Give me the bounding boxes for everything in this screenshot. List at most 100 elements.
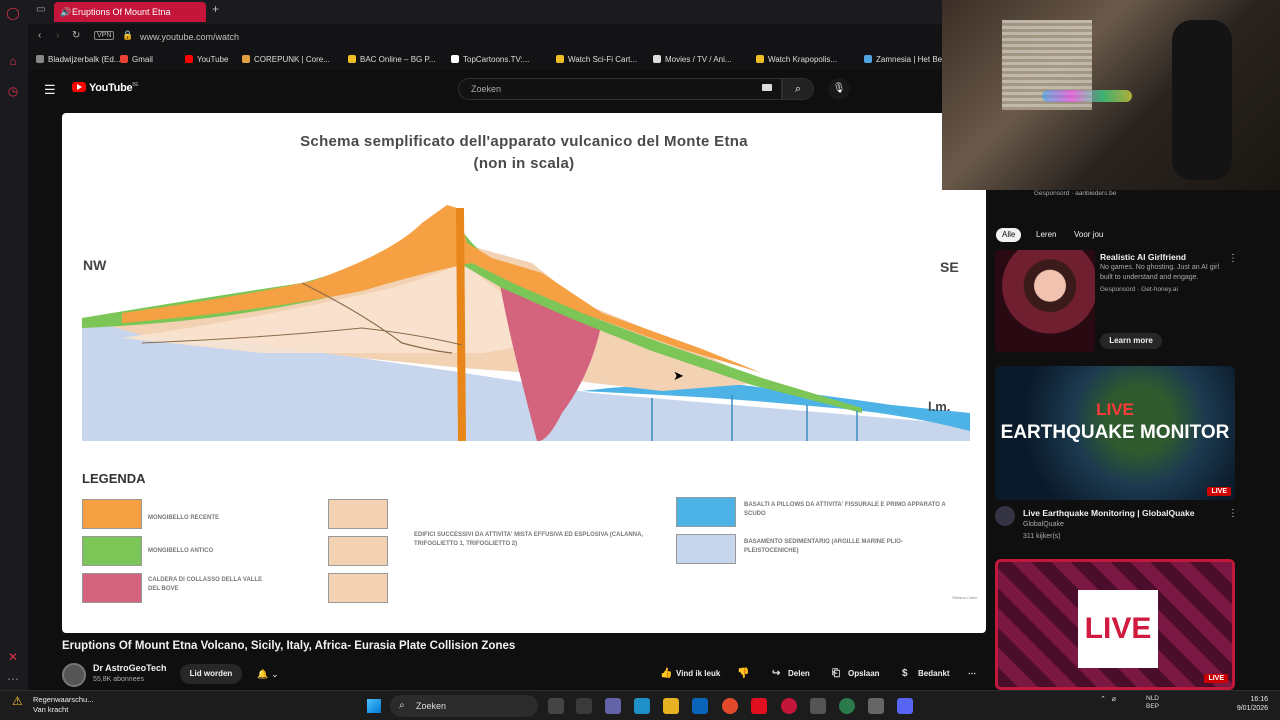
share-button[interactable]: ↪ Delen [768,664,818,684]
chrome-icon[interactable] [722,698,738,714]
youtube-app-icon[interactable] [751,698,767,714]
chip-all[interactable]: Alle [996,228,1022,242]
ad-thumbnail[interactable] [995,250,1095,352]
warning-icon: ⚠ [12,694,23,708]
bookmark-favicon-icon [36,55,44,63]
channel-watermark[interactable]: Stefano Carta [952,595,982,600]
legend-label-antico: MONGIBELLO ANTICO [148,548,214,554]
bookmark-item[interactable]: YouTube [185,55,228,64]
opera-logo-icon[interactable]: ◯ [6,6,20,20]
legend-swatch-basamento [676,534,736,564]
learn-more-button[interactable]: Learn more [1100,333,1162,349]
calculator-icon[interactable] [810,698,826,714]
bookmark-item[interactable]: Movies / TV / Ani... [653,55,732,64]
legend-label-basalti: BASALTI A PILLOWS DA ATTIVITA' FISSURALE… [744,502,946,517]
youtube-logo[interactable]: YouTubeBE [72,82,139,94]
widgets-icon[interactable] [576,698,592,714]
clock-time: 16:16 [1250,696,1268,703]
recommendation-menu-icon[interactable]: ⋮ [1228,508,1238,519]
more-actions-button[interactable]: ⋯ [964,664,984,684]
tab-title: Eruptions Of Mount Etna [72,7,171,17]
globalquake-avatar[interactable] [995,506,1015,526]
diagram-title: Schema semplificato dell'apparato vulcan… [300,133,748,150]
lang-line1: NLD [1146,695,1160,702]
recommendation-title[interactable]: Live Earthquake Monitoring | GlobalQuake [1023,508,1194,518]
teams-icon[interactable] [605,698,621,714]
share-icon: ↪ [772,668,781,679]
video-player[interactable]: Schema semplificato dell'apparato vulcan… [62,113,986,633]
bookmark-label: Watch Sci-Fi Cart... [568,55,638,64]
task-view-icon[interactable] [548,698,564,714]
ad-sponsored-label: Gesponsord · Get-honey.ai [1100,286,1178,293]
vpn-badge[interactable]: VPN [94,31,115,40]
weather-line2: Van kracht [33,705,69,714]
forward-icon[interactable]: › [56,30,59,41]
outlook-icon[interactable] [692,698,708,714]
keyboard-icon[interactable] [762,84,772,91]
bookmark-item[interactable]: Watch Krapopolis... [756,55,837,64]
ad-menu-icon[interactable]: ⋮ [1228,253,1238,264]
thanks-button[interactable]: $ Bedankt [898,664,958,684]
search-input[interactable]: Zoeken [458,78,782,100]
new-tab-icon[interactable]: + [212,2,219,16]
bookmark-item[interactable]: Watch Sci-Fi Cart... [556,55,637,64]
language-indicator[interactable]: NLD BEP [1146,695,1159,711]
bookmark-item[interactable]: Bladwijzerbalk (Ed... [36,55,120,64]
clock[interactable]: 16:16 9/01/2026 [1228,695,1268,713]
lock-icon[interactable]: 🔒 [122,30,133,41]
chip-for-you[interactable]: Voor jou [1068,228,1109,242]
history-icon[interactable]: ◷ [6,84,20,98]
extensions-icon[interactable]: ✕ [6,650,20,664]
speaker-icon: 🔊 [60,7,72,17]
subscriber-count: 55,8K abonnees [93,676,144,683]
taskbar-search[interactable]: ⌕ Zoeken [390,695,538,717]
mouse-cursor-icon: ➤ [673,368,684,383]
reload-icon[interactable]: ↻ [72,30,80,41]
tab-list-icon[interactable]: ▭ [36,4,45,15]
opera-icon[interactable] [781,698,797,714]
like-button[interactable]: 👍 Vind ik leuk [656,664,728,684]
webcam-overlay [942,0,1280,190]
channel-name[interactable]: Dr AstroGeoTech [93,663,167,673]
bookmark-item[interactable]: BAC Online – BG P... [348,55,435,64]
save-button[interactable]: ⎗ Opslaan [828,664,888,684]
bookmark-item[interactable]: Zamnesia | Het Be [864,55,942,64]
recommendation-thumbnail-live[interactable]: LIVE LIVE [995,559,1235,690]
youtube-logo-text: YouTube [89,82,133,94]
url-field[interactable]: www.youtube.com/watch [140,32,239,42]
tab-bar: ▭ 🔊 Eruptions Of Mount Etna + [28,0,942,24]
dislike-button[interactable]: 👎 [733,664,755,684]
bookmark-item[interactable]: Gmail [120,55,153,64]
legend-label-recente: MONGIBELLO RECENTE [148,515,220,521]
ad-title[interactable]: Realistic AI Girlfriend [1100,252,1186,262]
save-label: Opslaan [848,669,880,678]
more-actions-icon: ⋯ [968,669,976,678]
notification-bell-button[interactable]: 🔔 ⌄ [250,664,286,684]
xbox-icon[interactable] [839,698,855,714]
live-badge-2: LIVE [1204,674,1228,683]
channel-avatar[interactable] [62,663,86,687]
search-button[interactable]: ⌕ [782,78,814,100]
bookmark-label: Bladwijzerbalk (Ed... [48,55,121,64]
recommendation-channel[interactable]: GlobalQuake [1023,521,1064,528]
microphone-icon[interactable]: 🎙 [828,78,850,100]
live-badge: LIVE [1207,487,1231,496]
system-tray[interactable]: ⌃ ⌀ [1100,695,1116,703]
settings-icon[interactable] [868,698,884,714]
hamburger-menu-icon[interactable]: ☰ [44,82,56,98]
youtube-header: ☰ YouTubeBE Zoeken ⌕ 🎙 [28,70,942,110]
tab-active[interactable]: 🔊 Eruptions Of Mount Etna [54,2,206,22]
discord-icon[interactable] [897,698,913,714]
bookmark-item[interactable]: COREPUNK | Core... [242,55,330,64]
back-icon[interactable]: ‹ [38,30,41,41]
recommendation-thumbnail-earthquake[interactable]: LIVE EARTHQUAKE MONITOR LIVE [995,366,1235,500]
file-explorer-icon[interactable] [663,698,679,714]
more-icon[interactable]: ⋯ [6,672,20,686]
shopping-icon[interactable]: ⌂ [6,54,20,68]
start-button[interactable] [367,699,381,713]
chip-learn[interactable]: Leren [1030,228,1062,242]
bookmark-item[interactable]: TopCartoons.TV:... [451,55,529,64]
edge-icon[interactable] [634,698,650,714]
legend-swatch-edifici-1 [328,499,388,529]
join-button[interactable]: Lid worden [180,664,242,684]
